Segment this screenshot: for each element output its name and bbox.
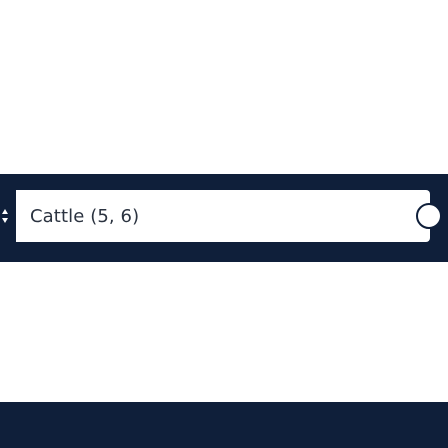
search-input[interactable]: Cattle (5, 6) [16, 190, 442, 242]
page: Cattle (5, 6) [0, 0, 448, 448]
sort-arrows-icon[interactable] [0, 190, 10, 242]
search-row: Cattle (5, 6) [0, 190, 448, 242]
clear-icon[interactable] [416, 203, 442, 229]
search-value: Cattle (5, 6) [30, 205, 140, 227]
footer-bar [0, 402, 448, 448]
